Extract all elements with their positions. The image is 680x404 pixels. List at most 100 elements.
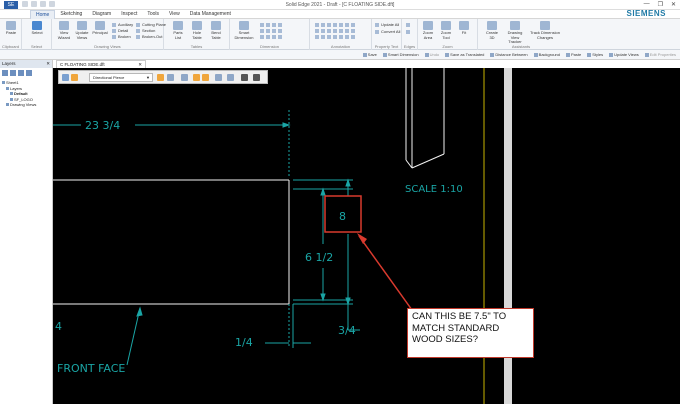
close-icon[interactable]: ✕ bbox=[46, 60, 50, 68]
iso-view bbox=[405, 68, 445, 169]
tab-view[interactable]: View bbox=[164, 10, 185, 19]
select-button[interactable]: Select bbox=[29, 21, 45, 36]
dim-top-width-text: 23 3/4 bbox=[85, 119, 120, 132]
annotation-tools-row-1[interactable] bbox=[315, 22, 357, 27]
update-all-button[interactable]: Update All bbox=[375, 22, 399, 27]
view-box-icon[interactable] bbox=[241, 74, 248, 81]
filter-icon[interactable] bbox=[167, 74, 174, 81]
hole-table-button[interactable]: Hole Table bbox=[189, 21, 205, 40]
fit-icon bbox=[459, 21, 469, 30]
update-views-button[interactable]: Update Views bbox=[74, 21, 90, 40]
cmd-smart-dimension[interactable]: Smart Dimension bbox=[382, 52, 419, 57]
parts-list-icon bbox=[173, 21, 183, 30]
cmd-edit-properties[interactable]: Edit Properties bbox=[644, 52, 676, 57]
close-button[interactable]: ✕ bbox=[671, 1, 676, 8]
annotation-tools-row-2[interactable] bbox=[315, 28, 357, 33]
paste-icon bbox=[6, 21, 16, 30]
principal-icon bbox=[95, 21, 105, 30]
cmd-styles[interactable]: Styles bbox=[587, 52, 603, 57]
fit-button[interactable]: Fit bbox=[456, 21, 472, 36]
cmd-undo[interactable]: Undo bbox=[424, 52, 439, 57]
dimension-tools-row-1[interactable] bbox=[260, 22, 284, 27]
back-arrow-icon[interactable] bbox=[215, 74, 222, 81]
layers-tree: Sheet1 Layers Default SF_LOGO Drawing Vi… bbox=[0, 78, 52, 108]
background-icon bbox=[533, 52, 538, 57]
layer-icon bbox=[10, 92, 13, 96]
toolbar-grip-icon[interactable] bbox=[62, 74, 69, 81]
show-layer-icon[interactable] bbox=[10, 70, 16, 76]
create-3d-button[interactable]: Create 3D bbox=[484, 21, 500, 40]
bend-table-button[interactable]: Bend Table bbox=[208, 21, 224, 40]
view-toolbar: Directional Pierce ▼ bbox=[58, 70, 268, 84]
zoom-area-button[interactable]: Zoom Area bbox=[420, 21, 436, 40]
highlight-2-icon[interactable] bbox=[202, 74, 209, 81]
styles-icon bbox=[587, 52, 592, 57]
principal-button[interactable]: Principal bbox=[92, 21, 108, 36]
view-wizard-button[interactable]: View Wizard bbox=[56, 21, 72, 40]
snap-icon[interactable] bbox=[157, 74, 164, 81]
cmd-distance-between[interactable]: Distance Between bbox=[490, 52, 528, 57]
markup-arrow bbox=[358, 235, 413, 311]
edges-tool-2[interactable] bbox=[406, 29, 412, 34]
layers-pane-title: Layers bbox=[2, 61, 16, 66]
paste-icon bbox=[566, 52, 571, 57]
paste-button[interactable]: Paste bbox=[3, 21, 19, 36]
edges-tool-1[interactable] bbox=[406, 22, 412, 27]
convert-all-button[interactable]: Convert All bbox=[375, 29, 400, 34]
cmd-paste[interactable]: Paste bbox=[566, 52, 581, 57]
group-drawing-views: View Wizard Update Views Principal Auxil… bbox=[52, 19, 166, 50]
auxiliary-button[interactable]: Auxiliary bbox=[112, 22, 133, 27]
ribbon: Paste Clipboard Select Select View Wizar… bbox=[0, 19, 680, 50]
drawing-graphics: SCALE 1:10 23 3/4 8 6 1/2 1/4 3/4 4 FRON… bbox=[53, 68, 512, 404]
document-tab[interactable]: C FLOATING SIDE.dft ✕ bbox=[56, 60, 146, 68]
broken-button[interactable]: Broken bbox=[112, 34, 131, 39]
dimension-tools-row-2[interactable] bbox=[260, 28, 284, 33]
section-icon bbox=[136, 28, 140, 33]
dim-offset-right-text: 3/4 bbox=[338, 324, 356, 337]
scale-label: SCALE 1:10 bbox=[405, 184, 463, 195]
cutting-plane-button[interactable]: Cutting Plane bbox=[136, 22, 166, 27]
tree-item-drawing-views[interactable]: Drawing Views bbox=[0, 102, 52, 108]
tab-inspect[interactable]: Inspect bbox=[116, 10, 142, 19]
detail-button[interactable]: Detail bbox=[112, 28, 128, 33]
sheet-icon bbox=[2, 81, 5, 85]
edit-icon[interactable] bbox=[181, 74, 188, 81]
create-3d-icon bbox=[487, 21, 497, 30]
tab-sketching[interactable]: Sketching bbox=[55, 10, 87, 19]
detail-icon bbox=[112, 28, 116, 33]
annotation-tools-row-3[interactable] bbox=[315, 34, 357, 39]
tab-diagram[interactable]: Diagram bbox=[87, 10, 116, 19]
maximize-button[interactable]: ❐ bbox=[658, 1, 663, 8]
tab-data-management[interactable]: Data Management bbox=[185, 10, 236, 19]
cutting-plane-icon bbox=[136, 22, 140, 27]
dimension-tools-row-3[interactable] bbox=[260, 34, 284, 39]
minimize-button[interactable]: — bbox=[644, 1, 650, 8]
cmd-update-views[interactable]: Update Views bbox=[609, 52, 639, 57]
broken-out-icon bbox=[136, 34, 140, 39]
hide-layer-icon[interactable] bbox=[18, 70, 24, 76]
smart-dimension-button[interactable]: Smart Dimension bbox=[234, 21, 254, 40]
drawing-view-tracker-button[interactable]: Drawing View Tracker bbox=[504, 21, 526, 45]
cmd-save[interactable]: Save bbox=[362, 52, 377, 57]
tab-tools[interactable]: Tools bbox=[142, 10, 164, 19]
active-layer-icon[interactable] bbox=[26, 70, 32, 76]
hole-table-icon bbox=[192, 21, 202, 30]
cmd-save-as-translated[interactable]: Save as Translated bbox=[445, 52, 484, 57]
leader-front-face bbox=[126, 306, 143, 366]
orient-icon[interactable] bbox=[71, 74, 78, 81]
close-icon[interactable]: ✕ bbox=[138, 61, 142, 68]
pierce-mode-dropdown[interactable]: Directional Pierce ▼ bbox=[89, 73, 153, 82]
section-button[interactable]: Section bbox=[136, 28, 155, 33]
broken-icon bbox=[112, 34, 116, 39]
zoom-tool-button[interactable]: Zoom Tool bbox=[438, 21, 454, 40]
chevron-down-icon: ▼ bbox=[146, 75, 150, 80]
parts-list-button[interactable]: Parts List bbox=[170, 21, 186, 40]
tab-home[interactable]: Home bbox=[30, 9, 56, 19]
track-dimension-changes-button[interactable]: Track Dimension Changes bbox=[530, 21, 560, 40]
highlight-icon[interactable] bbox=[193, 74, 200, 81]
view-fit-icon[interactable] bbox=[253, 74, 260, 81]
broken-out-button[interactable]: Broken-Out bbox=[136, 34, 162, 39]
cmd-background[interactable]: Background bbox=[533, 52, 560, 57]
forward-arrow-icon[interactable] bbox=[227, 74, 234, 81]
new-layer-icon[interactable] bbox=[2, 70, 8, 76]
